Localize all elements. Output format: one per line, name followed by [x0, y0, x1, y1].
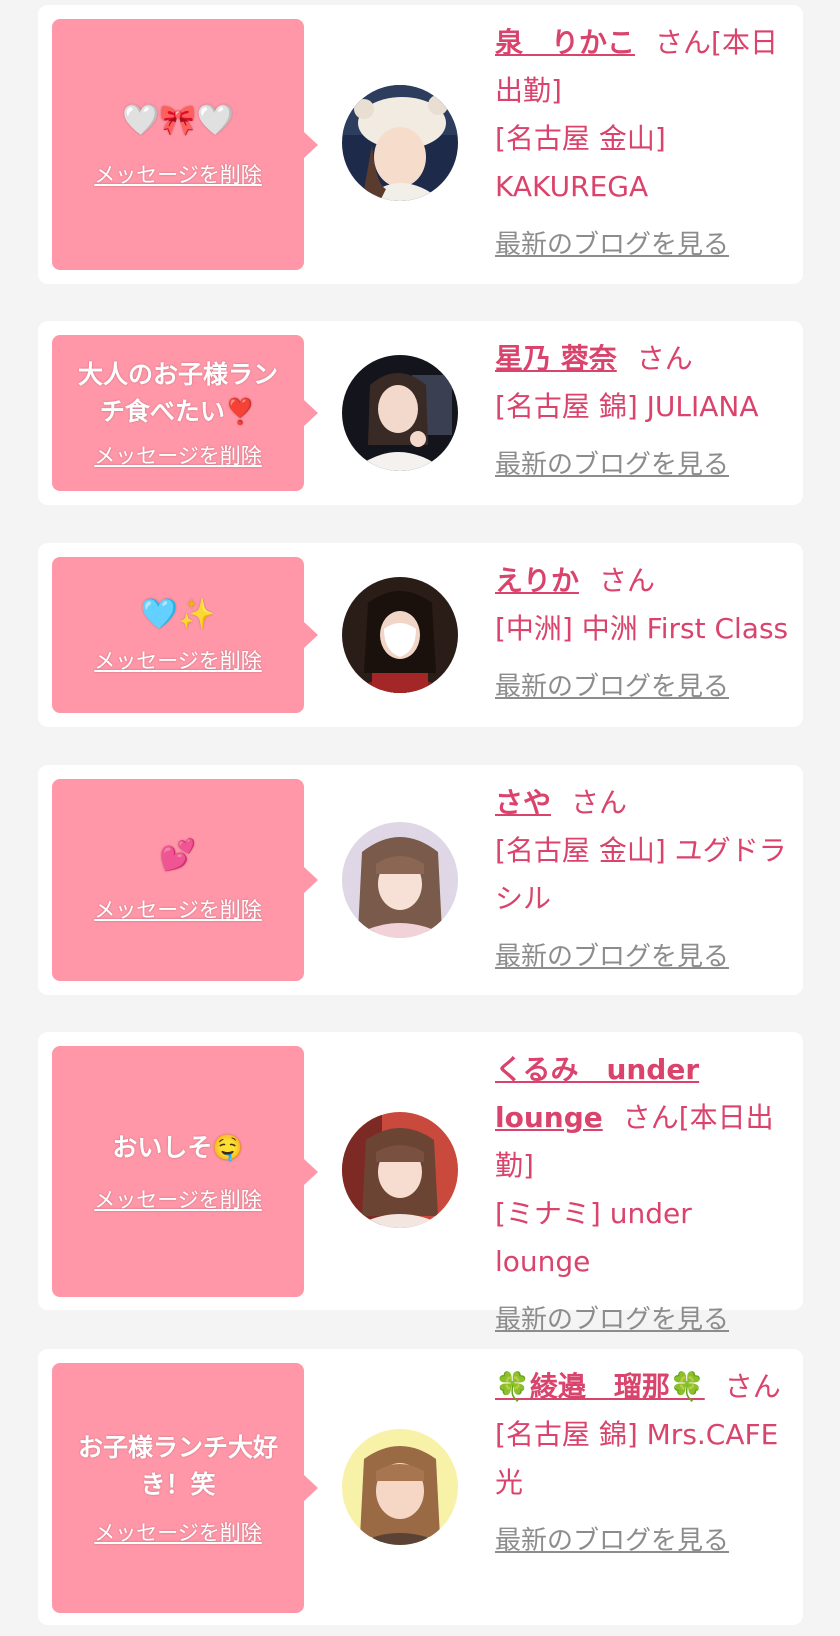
cast-card: お子様ランチ大好き！笑 メッセージを削除 🍀綾邉 瑠那🍀 さん [名古屋 錦] M… — [38, 1349, 803, 1625]
delete-message-link[interactable]: メッセージを削除 — [94, 645, 262, 675]
cast-suffix: さん — [571, 786, 628, 819]
cast-info: 星乃 蓉奈 さん [名古屋 錦] JULIANA 最新のブログを見る — [495, 335, 795, 489]
avatar[interactable] — [342, 1112, 458, 1228]
cast-info: えりか さん [中洲] 中洲 First Class 最新のブログを見る — [495, 557, 795, 711]
shop-name: [名古屋 金山] ユグドラシル — [495, 834, 787, 915]
favorite-cast-list: 🤍🎀🤍 メッセージを削除 泉 りかこ さん[本日出勤] [名古屋 金山] KAKU… — [0, 0, 840, 1636]
avatar[interactable] — [342, 822, 458, 938]
message-bubble: 大人のお子様ランチ食べたい❣️ メッセージを削除 — [52, 335, 318, 491]
cast-suffix: さん — [636, 342, 693, 375]
message-text: 🩵✨ — [140, 597, 216, 632]
message-text: 🤍🎀🤍 — [121, 102, 235, 138]
message-bubble: おいしそ🤤 メッセージを削除 — [52, 1046, 318, 1297]
cast-info: さや さん [名古屋 金山] ユグドラシル 最新のブログを見る — [495, 779, 795, 981]
latest-blog-link[interactable]: 最新のブログを見る — [495, 221, 795, 269]
delete-message-link[interactable]: メッセージを削除 — [94, 1184, 262, 1214]
cast-name-link[interactable]: さや — [495, 786, 551, 819]
avatar[interactable] — [342, 355, 458, 471]
cast-card: 💕 メッセージを削除 さや さん [名古屋 金山] ユグドラシル 最新のブログを見… — [38, 765, 803, 995]
cast-info: 🍀綾邉 瑠那🍀 さん [名古屋 錦] Mrs.CAFE 光 最新のブログを見る — [495, 1363, 795, 1565]
message-text: 大人のお子様ランチ食べたい❣️ — [77, 360, 278, 426]
avatar[interactable] — [342, 85, 458, 201]
cast-suffix: さん — [599, 564, 656, 597]
cast-suffix: さん — [724, 1370, 781, 1403]
delete-message-link[interactable]: メッセージを削除 — [94, 894, 262, 924]
shop-name: [ミナミ] under lounge — [495, 1197, 692, 1278]
shop-name: [中洲] 中洲 First Class — [495, 612, 789, 645]
latest-blog-link[interactable]: 最新のブログを見る — [495, 663, 795, 711]
cast-name-link[interactable]: えりか — [495, 564, 579, 597]
shop-name: [名古屋 錦] JULIANA — [495, 390, 759, 423]
shop-name: [名古屋 錦] Mrs.CAFE 光 — [495, 1418, 779, 1499]
latest-blog-link[interactable]: 最新のブログを見る — [495, 933, 795, 981]
latest-blog-link[interactable]: 最新のブログを見る — [495, 1296, 795, 1344]
message-text: お子様ランチ大好き！笑 — [77, 1433, 278, 1499]
message-bubble: お子様ランチ大好き！笑 メッセージを削除 — [52, 1363, 318, 1613]
message-text: 💕 — [159, 838, 197, 873]
message-bubble: 🤍🎀🤍 メッセージを削除 — [52, 19, 318, 270]
cast-info: くるみ under lounge さん[本日出勤] [ミナミ] under lou… — [495, 1046, 795, 1344]
cast-card: おいしそ🤤 メッセージを削除 くるみ under lounge さん[本日出勤] … — [38, 1032, 803, 1335]
cast-name-link[interactable]: 🍀綾邉 瑠那🍀 — [495, 1370, 705, 1403]
cast-card: 大人のお子様ランチ食べたい❣️ メッセージを削除 星乃 蓉奈 さん [名古屋 錦]… — [38, 321, 803, 505]
message-text: おいしそ🤤 — [112, 1133, 244, 1162]
cast-name-link[interactable]: 星乃 蓉奈 — [495, 342, 617, 375]
shop-name: [名古屋 金山] KAKUREGA — [495, 122, 666, 203]
avatar[interactable] — [342, 1429, 458, 1545]
latest-blog-link[interactable]: 最新のブログを見る — [495, 441, 795, 489]
avatar[interactable] — [342, 577, 458, 693]
message-bubble: 💕 メッセージを削除 — [52, 779, 318, 981]
cast-info: 泉 りかこ さん[本日出勤] [名古屋 金山] KAKUREGA 最新のブログを見… — [495, 19, 795, 269]
delete-message-link[interactable]: メッセージを削除 — [94, 1517, 262, 1547]
latest-blog-link[interactable]: 最新のブログを見る — [495, 1517, 795, 1565]
cast-name-link[interactable]: 泉 りかこ — [495, 26, 635, 59]
cast-card: 🤍🎀🤍 メッセージを削除 泉 りかこ さん[本日出勤] [名古屋 金山] KAKU… — [38, 5, 803, 284]
delete-message-link[interactable]: メッセージを削除 — [94, 440, 262, 470]
message-bubble: 🩵✨ メッセージを削除 — [52, 557, 318, 713]
cast-card: 🩵✨ メッセージを削除 えりか さん [中洲] 中洲 First Class 最新… — [38, 543, 803, 727]
delete-message-link[interactable]: メッセージを削除 — [94, 159, 262, 189]
